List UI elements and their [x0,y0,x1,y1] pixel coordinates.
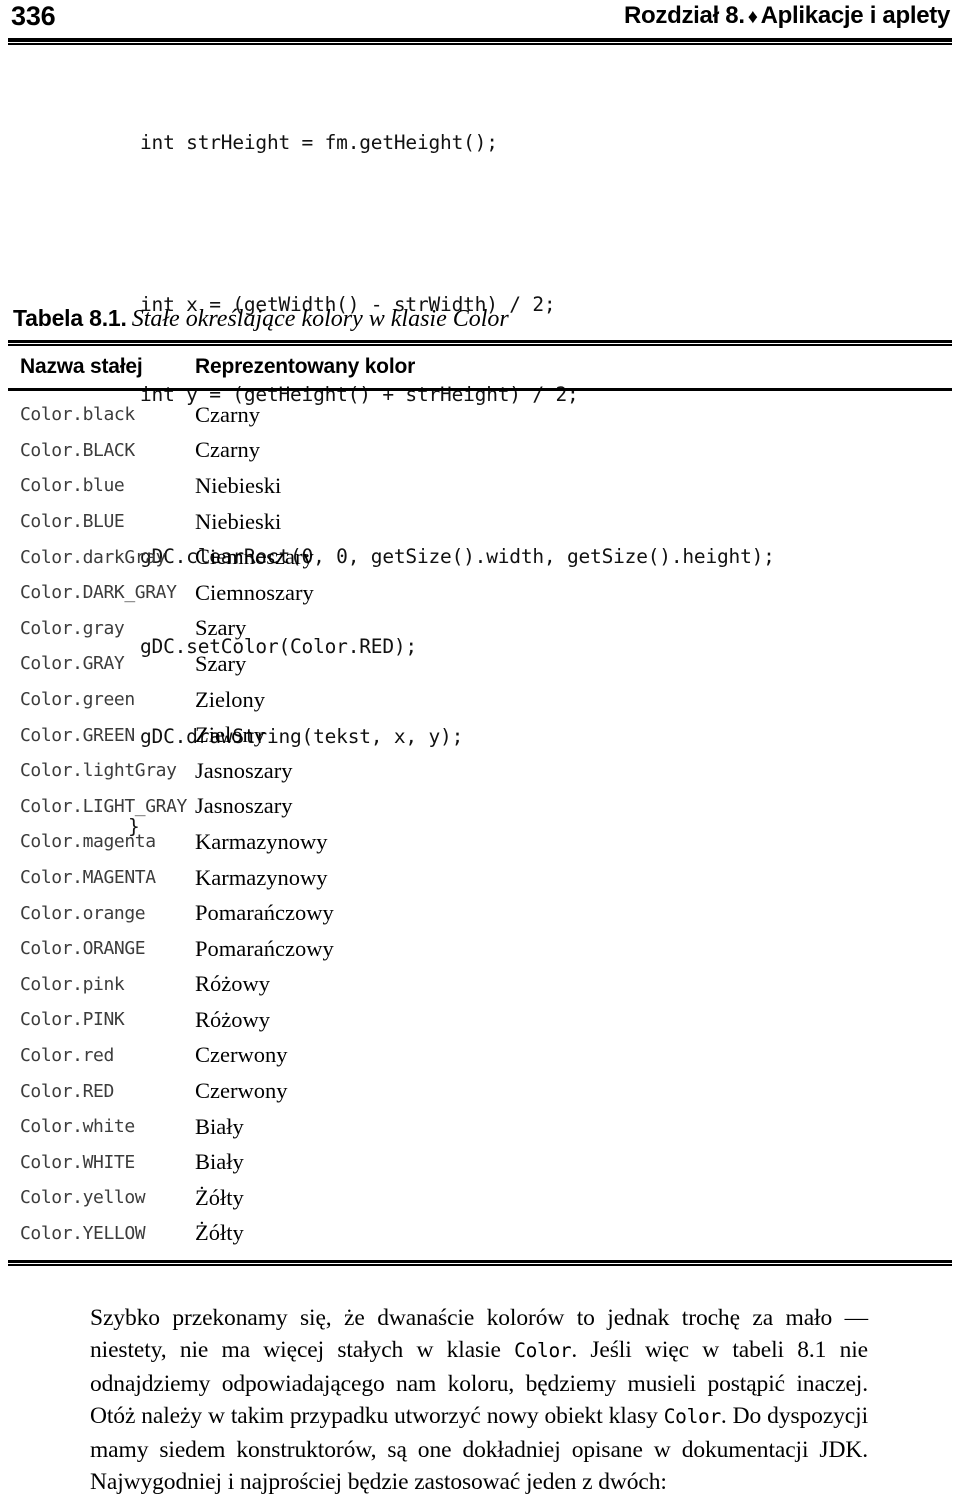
cell-constant-name: Color.gray [20,617,125,639]
table-row: Color.GREEN Zielony [8,717,952,753]
cell-constant-name: Color.lightGray [20,760,177,782]
cell-color-description: Czerwony [195,1042,288,1068]
code-line: int strHeight = fm.getHeight(); [140,131,498,154]
table-row: Color.ORANGE Pomarańczowy [8,931,952,967]
table-row: Color.BLUE Niebieski [8,504,952,540]
cell-constant-name: Color.green [20,689,135,711]
cell-constant-name: Color.DARK_GRAY [20,582,177,604]
cell-color-description: Niebieski [195,472,282,498]
cell-color-description: Różowy [195,1006,270,1032]
cell-color-description: Pomarańczowy [195,935,334,961]
cell-constant-name: Color.WHITE [20,1151,135,1173]
cell-color-description: Czarny [195,437,260,463]
cell-color-description: Jasnoszary [195,793,293,819]
cell-constant-name: Color.ORANGE [20,938,146,960]
cell-constant-name: Color.red [20,1044,114,1066]
cell-constant-name: Color.pink [20,973,125,995]
table-row: Color.DARK_GRAY Ciemnoszary [8,575,952,611]
table-row: Color.BLACK Czarny [8,433,952,469]
column-header-name: Nazwa stałej [20,355,143,378]
cell-constant-name: Color.GRAY [20,653,125,675]
header-divider [8,38,952,45]
cell-color-description: Biały [195,1149,244,1175]
cell-constant-name: Color.PINK [20,1009,125,1031]
cell-constant-name: Color.darkGray [20,546,167,568]
table-row: Color.orange Pomarańczowy [8,895,952,931]
cell-color-description: Jasnoszary [195,757,293,783]
table-caption-label: Tabela 8.1. [13,305,127,331]
cell-constant-name: Color.black [20,404,135,426]
cell-color-description: Żółty [195,1184,244,1210]
cell-constant-name: Color.MAGENTA [20,867,156,889]
table-row: Color.WHITE Biały [8,1144,952,1180]
cell-color-description: Różowy [195,971,270,997]
table-row: Color.black Czarny [8,397,952,433]
cell-color-description: Karmazynowy [195,828,328,854]
cell-color-description: Karmazynowy [195,864,328,890]
cell-color-description: Niebieski [195,508,282,534]
table-body: Color.black Czarny Color.BLACK Czarny Colo… [8,391,952,1260]
table-row: Color.lightGray Jasnoszary [8,753,952,789]
table-row: Color.white Biały [8,1109,952,1145]
cell-constant-name: Color.blue [20,475,125,497]
table-row: Color.darkGray Ciemnoszary [8,539,952,575]
table-row: Color.green Zielony [8,682,952,718]
table-row: Color.magenta Karmazynowy [8,824,952,860]
diamond-icon: ♦ [747,6,758,28]
table-row: Color.blue Niebieski [8,468,952,504]
body-paragraph: Szybko przekonamy się, że dwanaście kolo… [90,1302,868,1499]
table-caption: Tabela 8.1. Stałe określające kolory w kl… [13,303,509,334]
table-row: Color.gray Szary [8,611,952,647]
cell-color-description: Czerwony [195,1078,288,1104]
table-row: Color.yellow Żółty [8,1180,952,1216]
cell-color-description: Ciemnoszary [195,579,314,605]
inline-code-color-2: Color [663,1405,722,1428]
cell-constant-name: Color.orange [20,902,146,924]
table-row: Color.red Czerwony [8,1038,952,1074]
cell-color-description: Pomarańczowy [195,900,334,926]
table-bottom-rule [8,1260,952,1267]
color-constants-table: Nazwa stałej Reprezentowany kolor Color.… [8,340,952,1267]
cell-color-description: Szary [195,615,247,641]
cell-color-description: Zielony [195,686,265,712]
cell-color-description: Biały [195,1113,244,1139]
chapter-title: Aplikacje i aplety [760,2,951,29]
cell-constant-name: Color.GREEN [20,724,135,746]
table-header-row: Nazwa stałej Reprezentowany kolor [8,346,952,388]
cell-constant-name: Color.white [20,1116,135,1138]
table-row: Color.GRAY Szary [8,646,952,682]
column-header-description: Reprezentowany kolor [195,355,416,378]
cell-constant-name: Color.BLUE [20,511,125,533]
cell-constant-name: Color.YELLOW [20,1222,146,1244]
table-row: Color.PINK Różowy [8,1002,952,1038]
cell-constant-name: Color.RED [20,1080,114,1102]
cell-color-description: Zielony [195,722,265,748]
cell-constant-name: Color.yellow [20,1187,146,1209]
cell-color-description: Szary [195,650,247,676]
table-row: Color.MAGENTA Karmazynowy [8,860,952,896]
chapter-label: Rozdział 8. [624,2,745,29]
inline-code-color-1: Color [514,1339,572,1362]
table-row: Color.RED Czerwony [8,1073,952,1109]
table-row: Color.pink Różowy [8,967,952,1003]
cell-color-description: Czarny [195,401,260,427]
cell-color-description: Żółty [195,1220,244,1246]
page-number: 336 [11,1,56,31]
table-caption-title: Stałe określające kolory w klasie Color [131,306,509,332]
table-row: Color.YELLOW Żółty [8,1216,952,1252]
cell-constant-name: Color.BLACK [20,439,135,461]
running-header-title: Rozdział 8. ♦ Aplikacje i aplety [624,0,960,33]
cell-color-description: Ciemnoszary [195,544,314,570]
cell-constant-name: Color.magenta [20,831,156,853]
cell-constant-name: Color.LIGHT_GRAY [20,795,187,817]
table-row: Color.LIGHT_GRAY Jasnoszary [8,789,952,825]
